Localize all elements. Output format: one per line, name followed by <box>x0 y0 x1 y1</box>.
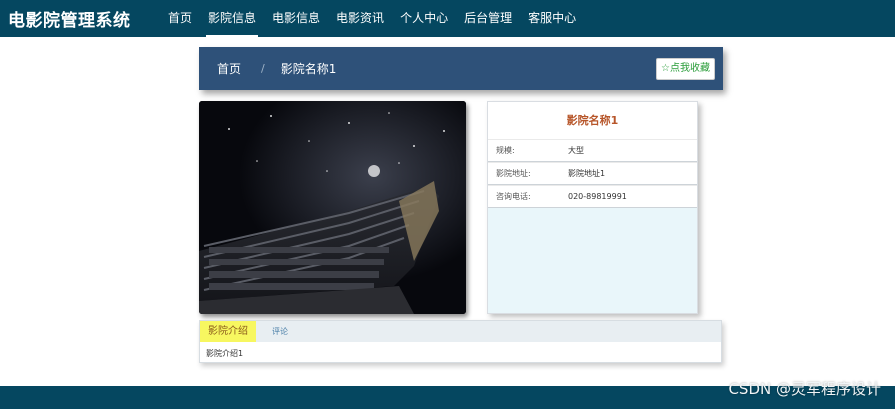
nav-item-movie-info[interactable]: 电影信息 <box>264 0 328 37</box>
scale-value: 大型 <box>568 146 584 155</box>
breadcrumb: 首页 / 影院名称1 ☆点我收藏 <box>199 47 723 90</box>
nav-item-movie-news[interactable]: 电影资讯 <box>328 0 392 37</box>
info-row-phone: 咨询电话: 020-89819991 <box>488 185 697 208</box>
tab-cinema-intro[interactable]: 影院介绍 <box>200 321 256 342</box>
scale-label: 规模: <box>496 146 515 155</box>
nav-item-customer-service[interactable]: 客服中心 <box>520 0 584 37</box>
info-row-scale: 规模: 大型 <box>488 139 697 162</box>
top-nav-bar: 电影院管理系统 首页 影院信息 电影信息 电影资讯 个人中心 后台管理 客服中心 <box>0 0 895 37</box>
address-label: 影院地址: <box>496 169 531 178</box>
nav-item-cinema-info[interactable]: 影院信息 <box>200 0 264 37</box>
watermark: CSDN @灵军程序设计 <box>728 380 881 398</box>
phone-label: 咨询电话: <box>496 192 531 201</box>
info-row-address: 影院地址: 影院地址1 <box>488 162 697 185</box>
nav-item-personal-center[interactable]: 个人中心 <box>392 0 456 37</box>
tab-comments[interactable]: 评论 <box>264 321 296 342</box>
nav-item-home[interactable]: 首页 <box>160 0 200 37</box>
cinema-hall-image <box>199 101 466 314</box>
breadcrumb-separator: / <box>261 62 265 75</box>
tab-strip: 影院介绍 评论 <box>200 321 721 342</box>
main-nav: 首页 影院信息 电影信息 电影资讯 个人中心 后台管理 客服中心 <box>160 0 584 37</box>
phone-value: 020-89819991 <box>568 192 627 201</box>
cinema-name: 影院名称1 <box>488 102 697 139</box>
address-value: 影院地址1 <box>568 169 606 178</box>
detail-tabs-panel: 影院介绍 评论 影院介绍1 <box>199 320 722 363</box>
breadcrumb-home-link[interactable]: 首页 <box>217 60 241 77</box>
breadcrumb-current: 影院名称1 <box>280 62 337 76</box>
app-title: 电影院管理系统 <box>8 11 131 31</box>
favorite-button[interactable]: ☆点我收藏 <box>656 58 715 80</box>
nav-item-admin[interactable]: 后台管理 <box>456 0 520 37</box>
cinema-photo <box>199 101 466 314</box>
cinema-info-card: 影院名称1 规模: 大型 影院地址: 影院地址1 咨询电话: 020-89819… <box>487 101 698 314</box>
tab-content: 影院介绍1 <box>206 349 244 358</box>
